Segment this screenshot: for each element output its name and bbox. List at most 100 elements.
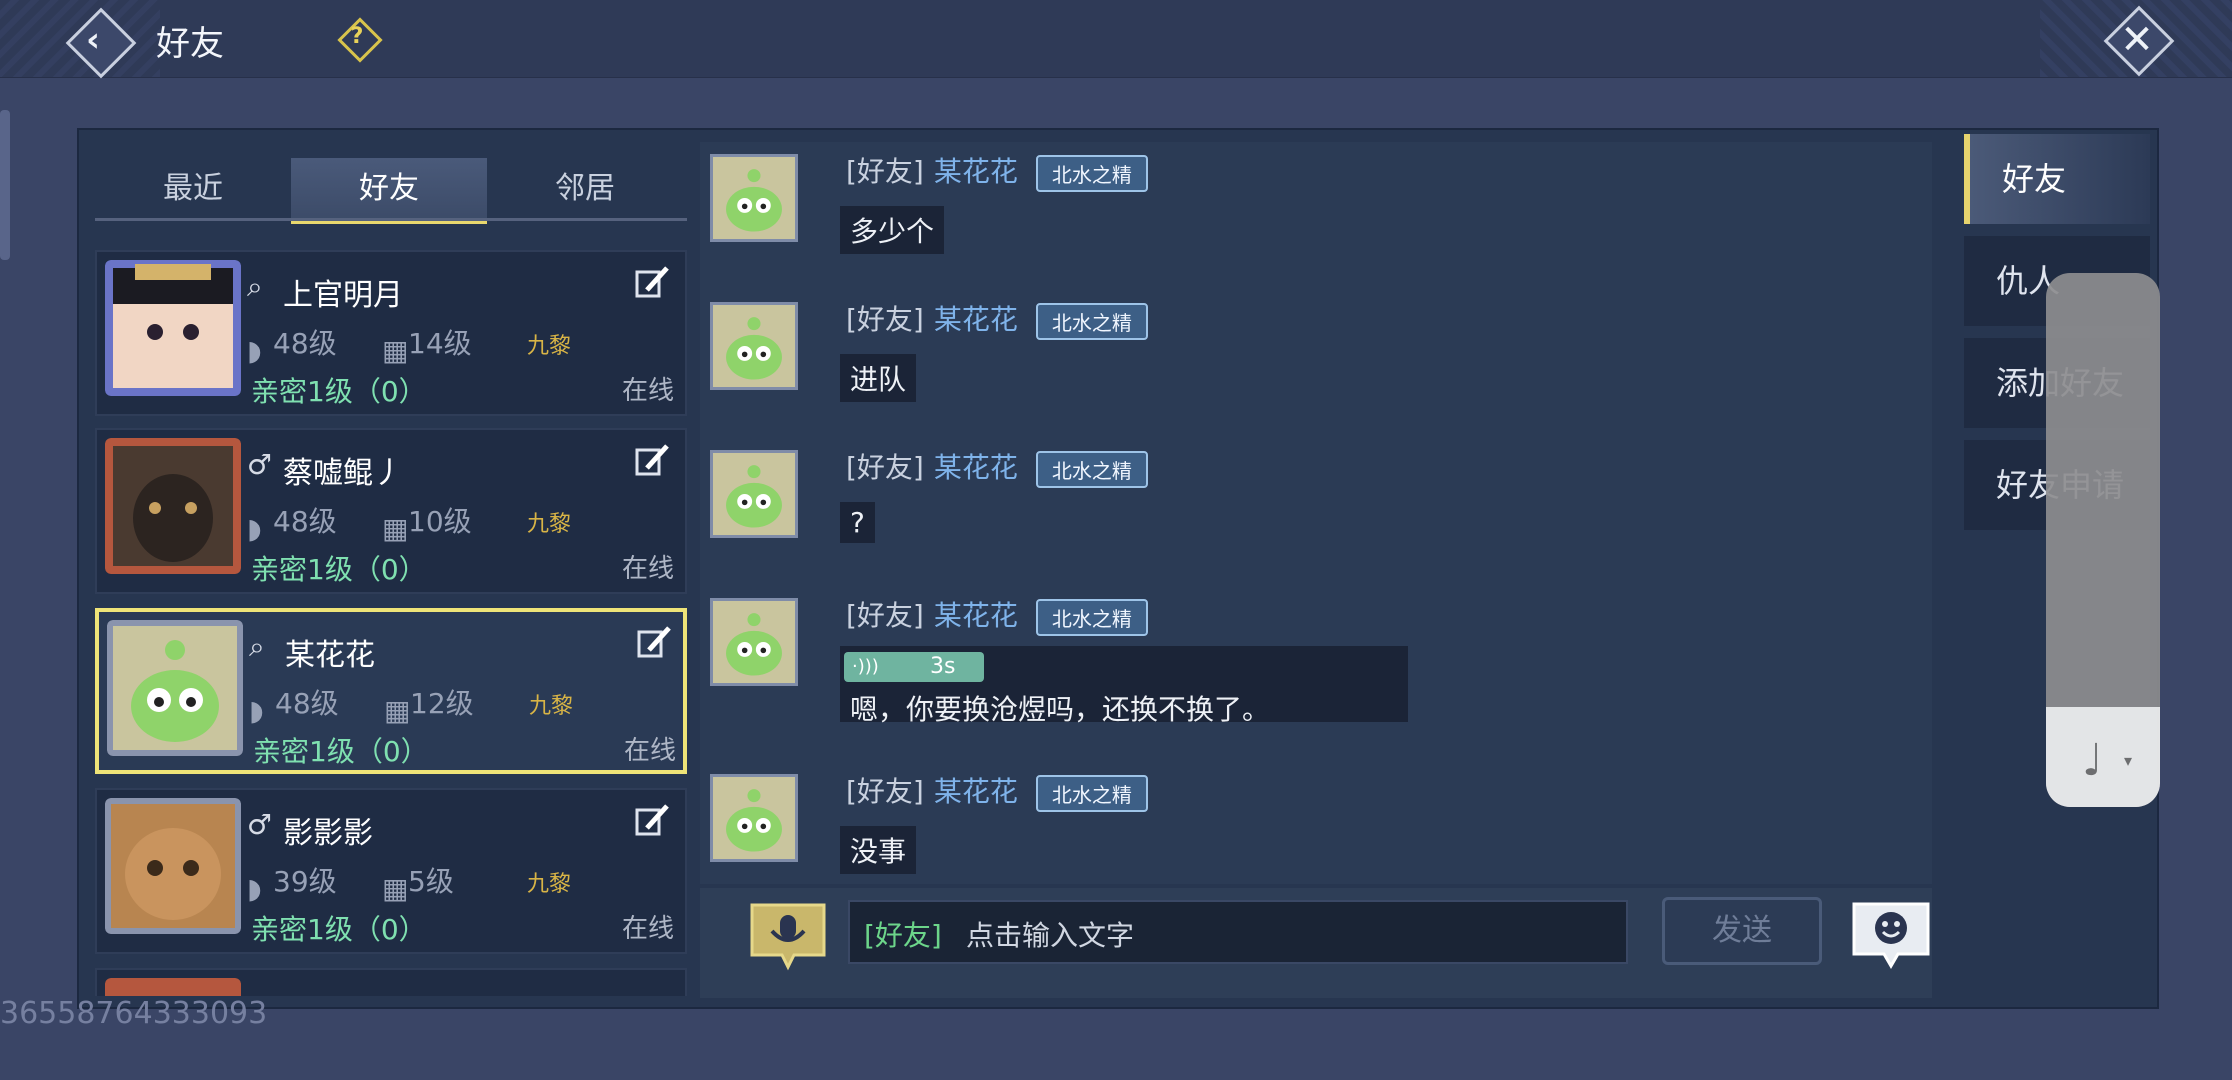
chat-input[interactable]: [好友] 点击输入文字 — [848, 900, 1628, 964]
guild-tag: 九黎 — [527, 334, 572, 359]
sender-name[interactable]: 某花花 — [934, 303, 1018, 336]
player-level: ◗ 48级 — [247, 322, 337, 367]
friend-card[interactable]: ⌕ 上官明月 ◗ 48级 ▦14级 九黎 亲密1级（0） 在线 — [95, 250, 687, 416]
chat-history[interactable]: [好友] 某花花 北水之精 多少个 [好友] 某花花 北水之精 进队 [好友] 某花花 北水… — [700, 142, 1932, 884]
online-status: 在线 — [622, 914, 675, 944]
house-icon: ▦ — [382, 872, 409, 905]
avatar — [107, 620, 243, 756]
message-header: [好友] 某花花 北水之精 — [846, 446, 1148, 488]
voice-play-bar[interactable]: ·))) 3s — [844, 652, 984, 682]
voice-transcript: 嗯，你要换沧煜吗，还换不换了。 — [850, 693, 1271, 726]
edit-note-icon[interactable] — [631, 622, 675, 666]
sender-name[interactable]: 某花花 — [934, 155, 1018, 188]
sender-name[interactable]: 某花花 — [934, 599, 1018, 632]
avatar — [105, 978, 241, 996]
player-level-text: 48级 — [275, 687, 339, 720]
user-id-watermark: 36558764333093 — [0, 996, 268, 1031]
sender-avatar[interactable] — [710, 154, 798, 242]
edit-note-icon[interactable] — [629, 800, 673, 844]
friend-card[interactable] — [95, 968, 687, 996]
player-level: ◗ 48级 — [249, 682, 339, 727]
send-button[interactable]: 发送 — [1662, 897, 1822, 965]
sender-avatar[interactable] — [710, 598, 798, 686]
online-status: 在线 — [622, 554, 675, 584]
message-header: [好友] 某花花 北水之精 — [846, 594, 1148, 636]
house-level-text: 5级 — [408, 865, 454, 898]
title-badge: 北水之精 — [1035, 450, 1148, 488]
house-level-text: 12级 — [410, 687, 474, 720]
house-level: ▦14级 — [382, 322, 472, 367]
sender-name[interactable]: 某花花 — [934, 451, 1018, 484]
floating-music-widget[interactable]: ♩ ▾ — [2046, 273, 2160, 807]
level-icon: ◗ — [247, 872, 262, 905]
level-icon: ◗ — [247, 334, 262, 367]
friend-card[interactable]: ♂ 影影影 ◗ 39级 ▦5级 九黎 亲密1级（0） 在线 — [95, 788, 687, 954]
message-bubble[interactable]: 没事 — [840, 826, 917, 874]
title-badge: 北水之精 — [1035, 774, 1148, 812]
edit-note-icon[interactable] — [629, 440, 673, 484]
player-level-text: 48级 — [273, 505, 337, 538]
friend-card[interactable]: ♂ 蔡嘘鲲丿 ◗ 48级 ▦10级 九黎 亲密1级（0） 在线 — [95, 428, 687, 594]
player-level-text: 48级 — [273, 327, 337, 360]
help-button[interactable]: ? — [337, 17, 383, 63]
music-note-icon[interactable]: ♩ — [2082, 735, 2103, 786]
message-channel: [好友] — [846, 775, 924, 808]
level-icon: ◗ — [247, 512, 262, 545]
house-level-text: 10级 — [408, 505, 472, 538]
guild-tag: 九黎 — [527, 512, 572, 537]
close-x-icon: ✕ — [2120, 17, 2154, 63]
edit-note-icon[interactable] — [629, 262, 673, 306]
friend-name: 蔡嘘鲲丿 — [283, 456, 403, 491]
title-badge: 北水之精 — [1035, 154, 1148, 192]
friend-card-selected[interactable]: ⌕ 某花花 ◗ 48级 ▦12级 九黎 亲密1级（0） 在线 — [95, 608, 687, 774]
music-button-area[interactable]: ♩ ▾ — [2046, 707, 2160, 807]
chevron-down-icon[interactable]: ▾ — [2124, 751, 2132, 770]
message-channel: [好友] — [846, 599, 924, 632]
guild-tag: 九黎 — [527, 872, 572, 897]
back-arrow-icon: ‹ — [86, 20, 101, 60]
house-level: ▦5级 — [382, 860, 454, 905]
search-icon: ⌕ — [247, 270, 263, 303]
side-tab-friends[interactable]: 好友 — [1964, 134, 2150, 224]
sender-avatar[interactable] — [710, 774, 798, 862]
sender-avatar[interactable] — [710, 302, 798, 390]
player-level-text: 39级 — [273, 865, 337, 898]
house-level-text: 14级 — [408, 327, 472, 360]
house-icon: ▦ — [384, 694, 411, 727]
tab-friends[interactable]: 好友 — [291, 158, 487, 224]
voice-message[interactable]: ·))) 3s 嗯，你要换沧煜吗，还换不换了。 — [840, 646, 1408, 726]
online-status: 在线 — [624, 736, 677, 766]
house-level: ▦12级 — [384, 682, 474, 727]
tabs-underline — [95, 218, 687, 221]
intimacy-level: 亲密1级（0） — [251, 553, 427, 586]
edge-scrollbar[interactable] — [0, 110, 10, 260]
emoji-button[interactable] — [1850, 900, 1932, 970]
intimacy-level: 亲密1级（0） — [253, 735, 429, 768]
message-channel: [好友] — [846, 155, 924, 188]
friend-name: 上官明月 — [283, 278, 403, 313]
friend-list[interactable]: ⌕ 上官明月 ◗ 48级 ▦14级 九黎 亲密1级（0） 在线 ♂ 蔡嘘鲲丿 ◗ 4… — [95, 250, 689, 996]
voice-input-button[interactable] — [748, 901, 828, 971]
house-icon: ▦ — [382, 334, 409, 367]
level-icon: ◗ — [249, 694, 264, 727]
question-mark: ? — [350, 24, 364, 49]
player-level: ◗ 39级 — [247, 860, 337, 905]
input-placeholder: 点击输入文字 — [966, 919, 1135, 952]
tab-neighbors[interactable]: 邻居 — [487, 158, 683, 220]
message-bubble[interactable]: ? — [840, 502, 875, 543]
avatar — [105, 260, 241, 396]
top-bar — [0, 0, 2232, 78]
message-bubble[interactable]: 多少个 — [840, 206, 945, 254]
input-channel: [好友] — [864, 919, 942, 952]
message-bubble[interactable]: 进队 — [840, 354, 917, 402]
tab-recent[interactable]: 最近 — [95, 158, 291, 220]
sender-name[interactable]: 某花花 — [934, 775, 1018, 808]
intimacy-level: 亲密1级（0） — [251, 913, 427, 946]
friend-tabs: 最近 好友 邻居 — [95, 158, 687, 224]
message-header: [好友] 某花花 北水之精 — [846, 150, 1148, 192]
back-button[interactable]: ‹ — [62, 4, 137, 79]
avatar — [105, 798, 241, 934]
friend-name: 影影影 — [283, 816, 373, 851]
sender-avatar[interactable] — [710, 450, 798, 538]
close-button[interactable]: ✕ — [2100, 4, 2175, 77]
